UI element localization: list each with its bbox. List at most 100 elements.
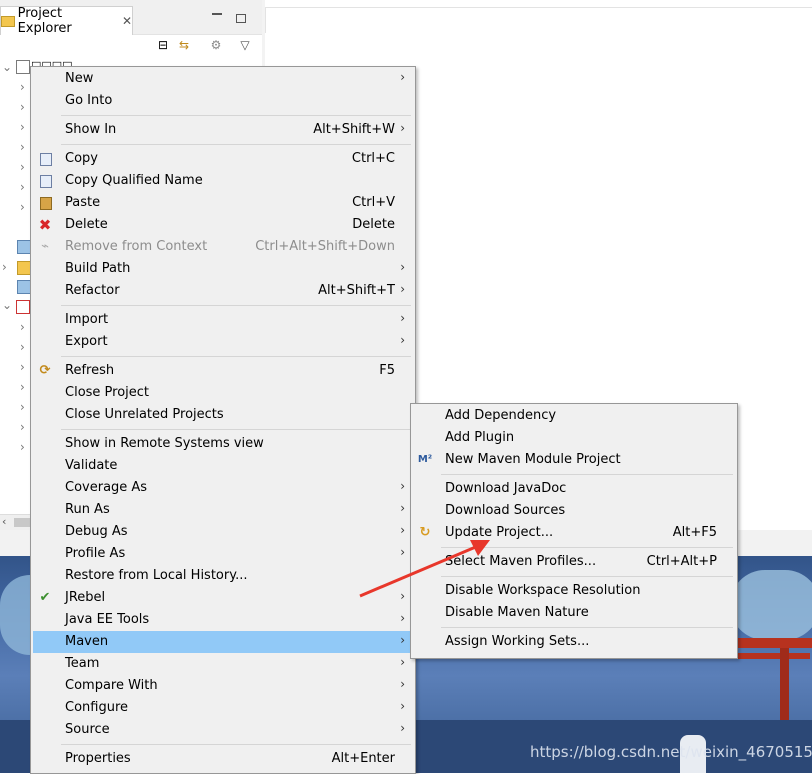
menu-item-copy-qualified-name[interactable]: Copy Qualified Name [33,170,413,192]
menu-item-compare-with[interactable]: Compare With › [33,675,413,697]
link-with-editor-icon[interactable]: ⇆ [177,38,191,52]
menu-item-label: Select Maven Profiles... [445,554,597,569]
chevron-right-icon[interactable]: › [2,260,7,274]
menu-item-download-javadoc[interactable]: Download JavaDoc [413,478,735,500]
chevron-right-icon[interactable]: › [20,340,25,354]
chevron-down-icon[interactable]: ⌄ [2,60,12,74]
menu-item-disable-maven-nature[interactable]: Disable Maven Nature [413,602,735,624]
menu-item-close-project[interactable]: Close Project [33,382,413,404]
menu-item-build-path[interactable]: Build Path › [33,258,413,280]
menu-item-label: Build Path [65,261,131,276]
menu-item-close-unrelated-projects[interactable]: Close Unrelated Projects [33,404,413,426]
menu-item-label: Delete [65,217,108,232]
chevron-right-icon: › [400,311,405,325]
menu-separator [61,429,411,430]
chevron-right-icon[interactable]: › [20,120,25,134]
menu-item-shortcut: Alt+F5 [672,525,717,540]
menu-item-add-dependency[interactable]: Add Dependency [413,405,735,427]
menu-item-java-ee-tools[interactable]: Java EE Tools › [33,609,413,631]
maven-project-error-icon [16,300,30,314]
chevron-right-icon[interactable]: › [20,440,25,454]
menu-item-refactor[interactable]: Refactor Alt+Shift+T › [33,280,413,302]
chevron-right-icon[interactable]: › [20,360,25,374]
menu-item-export[interactable]: Export › [33,331,413,353]
menu-separator [61,744,411,745]
folder-icon [17,280,31,294]
chevron-right-icon[interactable]: › [20,80,25,94]
menu-item-import[interactable]: Import › [33,309,413,331]
chevron-right-icon[interactable]: › [20,180,25,194]
remove-context-icon: ⌁ [41,239,49,254]
menu-separator [61,356,411,357]
menu-item-label: Coverage As [65,480,148,495]
menu-item-run-as[interactable]: Run As › [33,499,413,521]
maximize-icon[interactable] [236,14,246,23]
menu-item-go-into[interactable]: Go Into [33,90,413,112]
menu-item-delete[interactable]: ✖ Delete Delete [33,214,413,236]
watermark-text: https://blog.csdn.net/weixin_46705150 [530,743,812,761]
menu-item-download-sources[interactable]: Download Sources [413,500,735,522]
menu-item-disable-workspace-resolution[interactable]: Disable Workspace Resolution [413,580,735,602]
menu-item-label: Import [65,312,109,327]
menu-item-label: Source [65,722,110,737]
menu-item-label: Export [65,334,108,349]
menu-item-configure[interactable]: Configure › [33,697,413,719]
menu-item-jrebel[interactable]: ✔ JRebel › [33,587,413,609]
menu-item-new-maven-module-project[interactable]: M² New Maven Module Project [413,449,735,471]
menu-item-validate[interactable]: Validate [33,455,413,477]
menu-item-shortcut: Alt+Shift+T [318,283,395,298]
menu-item-restore-local-history[interactable]: Restore from Local History... [33,565,413,587]
collapse-all-icon[interactable]: ⊟ [156,38,170,52]
tab-project-explorer[interactable]: Project Explorer ✕ [0,6,133,36]
menu-item-label: Download JavaDoc [445,481,567,496]
menu-item-shortcut: F5 [379,363,395,378]
chevron-right-icon[interactable]: › [20,420,25,434]
menu-item-maven[interactable]: Maven › [33,631,413,653]
menu-separator [61,305,411,306]
chevron-right-icon[interactable]: › [20,200,25,214]
chevron-right-icon[interactable]: › [20,380,25,394]
menu-item-refresh[interactable]: ⟳ Refresh F5 [33,360,413,382]
menu-separator [61,115,411,116]
folder-icon [17,261,31,275]
menu-separator [441,576,733,577]
menu-item-debug-as[interactable]: Debug As › [33,521,413,543]
menu-item-new[interactable]: New › [33,68,413,90]
chevron-right-icon[interactable]: › [20,160,25,174]
menu-item-select-maven-profiles[interactable]: Select Maven Profiles... Ctrl+Alt+P [413,551,735,573]
scroll-left-icon[interactable]: ‹ [2,515,6,528]
menu-item-show-in-remote-systems[interactable]: Show in Remote Systems view [33,433,413,455]
menu-item-shortcut: Ctrl+Alt+P [646,554,717,569]
menu-item-update-project[interactable]: ↻ Update Project... Alt+F5 [413,522,735,544]
menu-item-properties[interactable]: Properties Alt+Enter [33,748,413,770]
chevron-right-icon[interactable]: › [20,100,25,114]
paste-icon [40,197,52,210]
menu-item-label: Profile As [65,546,126,561]
chevron-right-icon[interactable]: › [20,140,25,154]
menu-item-assign-working-sets[interactable]: Assign Working Sets... [413,631,735,653]
folder-icon [17,240,31,254]
filter-icon[interactable]: ⚙ [209,38,223,52]
menu-separator [61,144,411,145]
close-icon[interactable]: ✕ [122,14,132,28]
view-menu-icon[interactable]: ▽ [238,38,252,52]
chevron-right-icon[interactable]: › [20,320,25,334]
menu-item-copy[interactable]: Copy Ctrl+C [33,148,413,170]
torii-gate-beam [730,653,810,659]
menu-item-label: Add Dependency [445,408,557,423]
menu-item-source[interactable]: Source › [33,719,413,741]
menu-item-paste[interactable]: Paste Ctrl+V [33,192,413,214]
chevron-down-icon[interactable]: ⌄ [2,298,12,312]
menu-item-team[interactable]: Team › [33,653,413,675]
menu-item-show-in[interactable]: Show In Alt+Shift+W › [33,119,413,141]
menu-item-coverage-as[interactable]: Coverage As › [33,477,413,499]
menu-item-remove-from-context[interactable]: ⌁ Remove from Context Ctrl+Alt+Shift+Dow… [33,236,413,258]
minimize-icon[interactable] [212,13,222,15]
menu-item-label: Show in Remote Systems view [65,436,264,451]
project-explorer-tabbar: Project Explorer ✕ [0,0,262,36]
menu-item-profile-as[interactable]: Profile As › [33,543,413,565]
menu-item-label: New [65,71,94,86]
chevron-right-icon[interactable]: › [20,400,25,414]
menu-item-add-plugin[interactable]: Add Plugin [413,427,735,449]
chevron-right-icon: › [400,260,405,274]
